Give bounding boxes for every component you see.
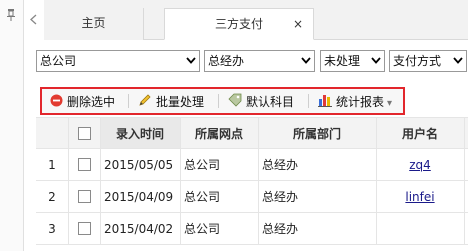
toolbar-divider [218,94,219,108]
chevron-down-icon: ▾ [387,98,393,109]
department-cell: 总经办 [262,222,299,236]
header-number-cell [36,118,68,148]
batch-process-button[interactable]: 批量处理 [138,93,204,111]
default-subject-label: 默认科目 [246,95,295,109]
column-divider [180,118,181,148]
username-cell: linfei [376,181,464,212]
tab-third-party-payment[interactable]: 三方支付 × [164,8,314,40]
row-checkbox[interactable] [77,158,91,171]
chevron-left-icon[interactable] [30,14,37,28]
column-divider [180,213,181,244]
branch-cell: 总公司 [184,222,221,236]
toolbar-divider [128,94,129,108]
column-divider [376,213,377,244]
tag-icon [228,93,242,112]
chevron-down-icon [299,52,313,70]
select-all-checkbox[interactable] [77,126,91,140]
column-divider [68,213,69,244]
row-checkbox-cell [68,181,100,212]
row-number: 2 [48,189,56,204]
company-select-value: 总公司 [40,54,77,68]
delete-selected-label: 删除选中 [67,95,116,109]
stats-report-button[interactable]: 统计报表 ▾ [318,93,392,111]
column-divider [258,181,259,212]
column-divider [100,118,101,148]
column-divider [258,213,259,244]
column-divider [68,149,69,180]
tab-bar: 主页 三方支付 × [44,0,468,40]
username-link[interactable]: linfei [405,190,434,204]
username-link[interactable]: zq4 [409,158,431,172]
column-divider [376,118,377,148]
close-icon[interactable]: × [293,9,303,40]
delete-circle-icon [50,94,63,112]
pencil-icon [138,93,152,112]
branch-cell: 总公司 [184,158,221,172]
column-divider [100,149,101,180]
delete-selected-button[interactable]: 删除选中 [50,93,115,111]
status-select-value: 未处理 [324,54,361,68]
row-checkbox-cell [68,149,100,180]
department-cell: 总经办 [262,158,299,172]
row-checkbox[interactable] [77,190,91,203]
column-divider [100,213,101,244]
status-select[interactable]: 未处理 [320,50,385,72]
header-select-all-cell [68,118,100,148]
toolbar-divider [308,94,309,108]
row-checkbox[interactable] [77,222,91,235]
table-header-row: 录入时间 所属网点 所属部门 用户名 [36,117,468,149]
column-divider [180,181,181,212]
entry-time-cell: 2015/04/02 [104,221,174,236]
table-row[interactable]: 1 2015/05/05 总公司 总经办 zq4 [36,149,468,181]
stats-report-label: 统计报表 [336,95,385,109]
action-toolbar: 删除选中 批量处理 默认科目 统计报表 ▾ [40,87,405,115]
header-branch[interactable]: 所属网点 [180,118,258,148]
company-select[interactable]: 总公司 [36,50,200,72]
department-select-value: 总经办 [208,54,245,68]
payment-method-select[interactable]: 支付方式 [389,50,467,72]
table-row[interactable]: 2 2015/04/09 总公司 总经办 linfei [36,181,468,213]
column-divider [464,181,465,212]
pin-icon[interactable] [6,9,16,24]
username-cell: zq4 [376,149,464,180]
row-checkbox-cell [68,213,100,244]
default-subject-button[interactable]: 默认科目 [228,93,294,111]
bar-chart-icon [318,93,332,112]
column-divider [258,118,259,148]
entry-time-cell: 2015/05/05 [104,157,174,172]
tab-active-label: 三方支付 [214,17,263,31]
table-row[interactable]: 3 2015/04/02 总公司 总经办 [36,213,468,245]
header-entry-time[interactable]: 录入时间 [100,118,180,148]
department-select[interactable]: 总经办 [204,50,315,72]
payment-method-select-value: 支付方式 [393,54,442,68]
column-divider [100,181,101,212]
column-divider [376,181,377,212]
chevron-down-icon [451,52,465,70]
tab-home-label: 主页 [81,16,106,30]
row-number: 1 [48,157,56,172]
column-divider [376,149,377,180]
batch-process-label: 批量处理 [156,95,205,109]
header-department[interactable]: 所属部门 [258,118,376,148]
left-gutter [0,0,24,251]
column-divider [68,181,69,212]
username-cell [376,213,464,244]
entry-time-cell: 2015/04/09 [104,189,174,204]
department-cell: 总经办 [262,190,299,204]
branch-cell: 总公司 [184,190,221,204]
column-divider [464,118,465,148]
header-username[interactable]: 用户名 [376,118,464,148]
column-divider [68,118,69,148]
column-divider [180,149,181,180]
tab-home[interactable]: 主页 [44,8,144,40]
chevron-down-icon [184,52,198,70]
chevron-down-icon [369,52,383,70]
column-divider [258,149,259,180]
row-number: 3 [48,221,56,236]
column-divider [464,213,465,244]
column-divider [464,149,465,180]
